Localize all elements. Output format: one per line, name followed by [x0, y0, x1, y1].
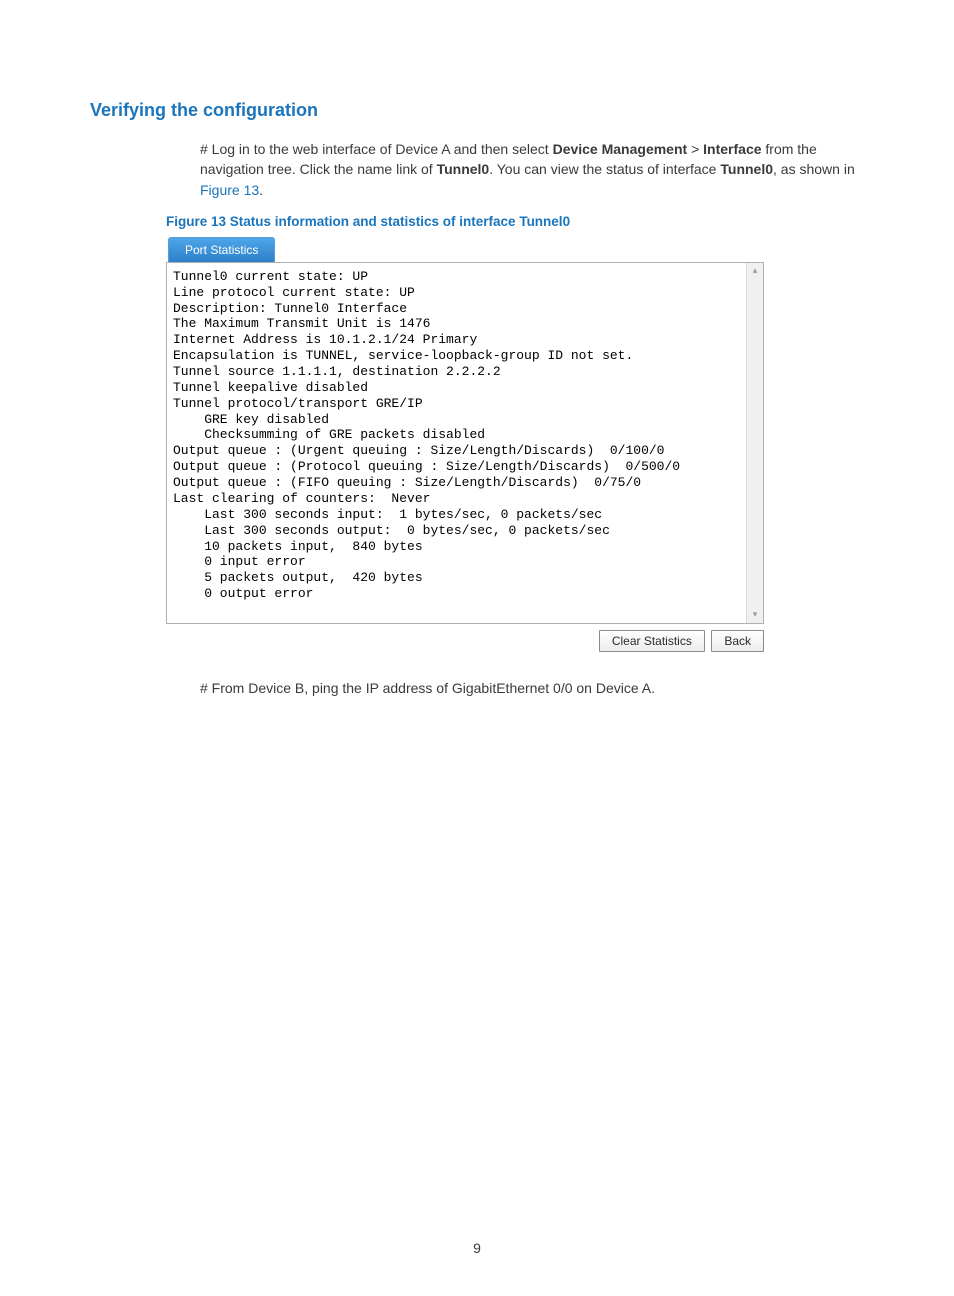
figure-caption: Figure 13 Status information and statist… — [166, 214, 864, 229]
bold-interface: Interface — [703, 141, 761, 157]
bold-tunnel0-2: Tunnel0 — [720, 161, 773, 177]
statistics-panel: Tunnel0 current state: UP Line protocol … — [166, 262, 764, 624]
figure-port-statistics: Port Statistics Tunnel0 current state: U… — [166, 237, 764, 652]
scroll-up-icon[interactable]: ▴ — [747, 263, 763, 279]
paragraph-1: # Log in to the web interface of Device … — [200, 139, 864, 200]
bold-tunnel0: Tunnel0 — [437, 161, 490, 177]
text: # Log in to the web interface of Device … — [200, 141, 553, 157]
page-number: 9 — [0, 1240, 954, 1256]
statistics-text: Tunnel0 current state: UP Line protocol … — [173, 269, 757, 602]
paragraph-2: # From Device B, ping the IP address of … — [200, 680, 864, 696]
text: . You can view the status of interface — [489, 161, 720, 177]
text: > — [687, 141, 703, 157]
scroll-down-icon[interactable]: ▾ — [747, 607, 763, 623]
text: . — [259, 182, 263, 198]
text: , as shown in — [773, 161, 855, 177]
clear-statistics-button[interactable]: Clear Statistics — [599, 630, 705, 652]
figure-link[interactable]: Figure 13 — [200, 182, 259, 198]
scrollbar[interactable]: ▴ ▾ — [746, 263, 763, 623]
tab-port-statistics[interactable]: Port Statistics — [168, 237, 275, 263]
back-button[interactable]: Back — [711, 630, 764, 652]
bold-device-management: Device Management — [553, 141, 688, 157]
section-heading: Verifying the configuration — [90, 100, 864, 121]
